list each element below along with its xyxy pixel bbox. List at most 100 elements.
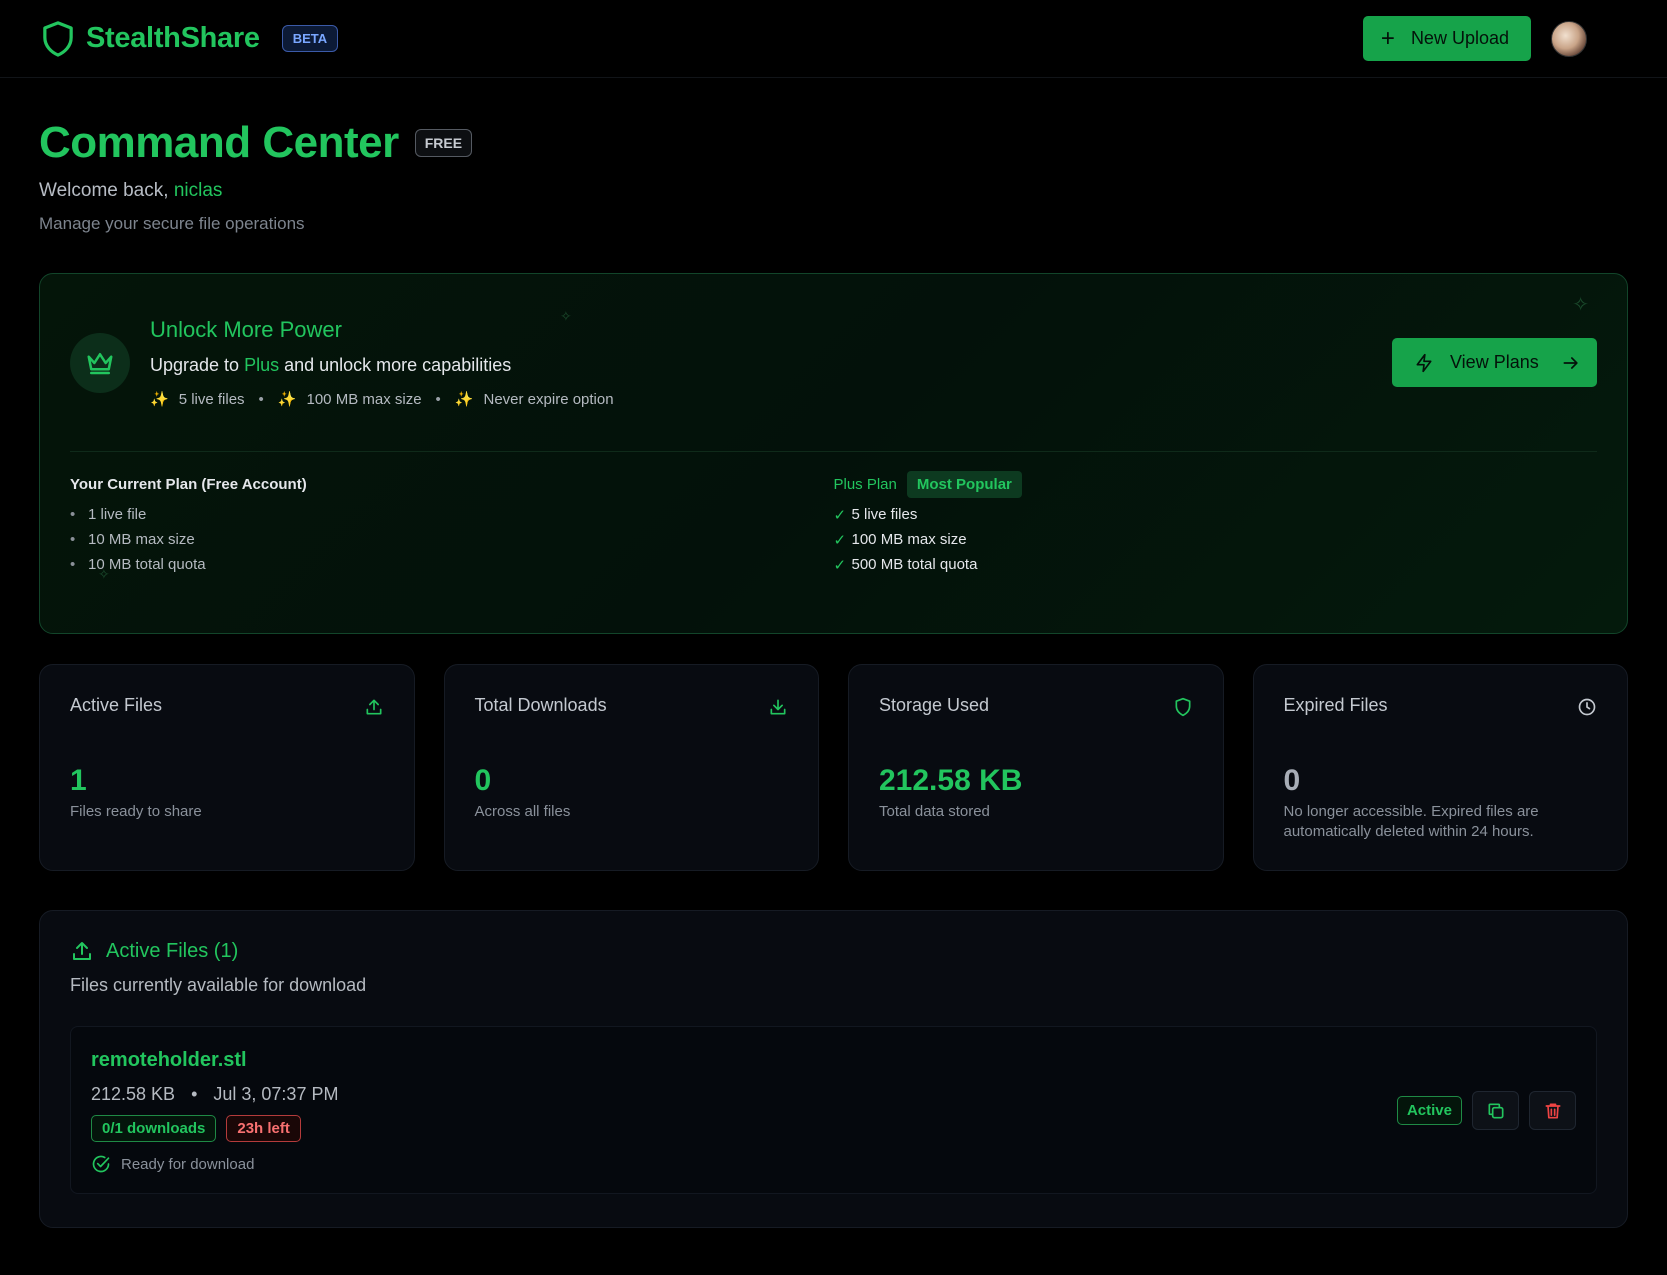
arrow-right-icon <box>1563 356 1578 369</box>
list-item: ✓ 5 live files <box>834 502 1598 527</box>
upload-icon <box>366 699 381 715</box>
downloads-badge: 0/1 downloads <box>91 1115 217 1142</box>
copy-link-button[interactable] <box>1472 1091 1519 1130</box>
username: niclas <box>173 180 223 201</box>
stat-value: 1 <box>70 764 87 797</box>
stat-desc: Across all files <box>474 803 571 820</box>
file-size: 212.58 KB <box>91 1084 176 1104</box>
check-circle-icon <box>92 1155 110 1173</box>
list-item: ✓ 500 MB total quota <box>834 552 1598 577</box>
upload-icon <box>73 942 91 960</box>
list-item: • 10 MB max size <box>70 531 195 548</box>
active-files-subtitle: Files currently available for download <box>70 975 367 995</box>
upgrade-banner: ✧ ✧ ✧ Unlock More Power Upgrade to Plus … <box>39 273 1628 634</box>
stat-card-storage-used: Storage Used 212.58 KB Total data stored <box>848 664 1224 871</box>
download-icon <box>770 699 786 715</box>
plus-icon: + <box>1380 24 1395 52</box>
upgrade-line: Upgrade to Plus and unlock more capabili… <box>150 355 614 376</box>
avatar[interactable] <box>1551 20 1587 57</box>
delete-file-button[interactable] <box>1529 1091 1576 1130</box>
stat-desc: Files ready to share <box>70 803 202 820</box>
shield-icon <box>1175 697 1190 717</box>
stat-card-total-downloads: Total Downloads 0 Across all files <box>443 664 819 871</box>
sparkles-icon: ✨ <box>454 391 474 408</box>
file-name[interactable]: remoteholder.stl <box>91 1049 338 1072</box>
shield-logo-icon <box>40 20 76 58</box>
new-upload-label: New Upload <box>1410 28 1509 48</box>
plan-feature: 1 live file <box>88 506 147 523</box>
perk-list: ✨ 5 live files • ✨ 100 MB max size • ✨ N… <box>150 390 614 409</box>
welcome-message: Welcome back, niclas <box>39 180 1628 202</box>
lightning-icon <box>1416 353 1432 372</box>
list-item: ✓ 100 MB max size <box>834 527 1598 552</box>
sparkle-decoration-icon: ✧ <box>560 308 572 324</box>
stat-card-expired-files: Expired Files 0 No longer accessible. Ex… <box>1252 664 1628 871</box>
sparkle-decoration-icon: ✧ <box>98 566 110 582</box>
upgrade-plan-name: Plus <box>244 355 280 375</box>
active-files-panel: Active Files (1) Files currently availab… <box>39 910 1628 1228</box>
view-plans-button[interactable]: View Plans <box>1392 338 1597 387</box>
file-meta: 212.58 KB • Jul 3, 07:37 PM <box>91 1084 338 1105</box>
stat-desc: Total data stored <box>879 803 990 820</box>
plus-plan-title: Plus Plan <box>833 475 897 493</box>
current-plan-title: Your Current Plan (Free Account) <box>70 475 307 493</box>
plus-plan: Plus Plan Most Popular ✓ 5 live files ✓ 10… <box>834 470 1598 577</box>
trash-icon <box>1545 1103 1560 1118</box>
sparkles-icon: ✨ <box>150 391 169 408</box>
check-icon: ✓ <box>833 531 847 549</box>
upgrade-title: Unlock More Power <box>150 317 342 342</box>
status-badge: Active <box>1396 1096 1462 1125</box>
separator-dot: • <box>191 1084 198 1104</box>
stat-label: Total Downloads <box>474 695 607 715</box>
file-date: Jul 3, 07:37 PM <box>213 1084 339 1104</box>
stat-value: 0 <box>474 764 492 797</box>
beta-badge: BETA <box>281 25 339 52</box>
list-item: remoteholder.stl 212.58 KB • Jul 3, 07:3… <box>70 1026 1597 1194</box>
perk-item: Never expire option <box>483 390 614 408</box>
upgrade-line-prefix: Upgrade to <box>150 355 240 375</box>
brand-name: StealthShare <box>86 22 260 54</box>
stats-row: Active Files 1 Files ready to share Tota… <box>39 664 1628 871</box>
stat-card-active-files: Active Files 1 Files ready to share <box>39 664 415 871</box>
plan-badge: FREE <box>414 129 473 157</box>
stat-value: 0 <box>1283 764 1301 797</box>
stat-value: 212.58 KB <box>879 764 1023 797</box>
list-item: • 1 live file <box>70 506 147 523</box>
plan-feature: 100 MB max size <box>851 531 967 548</box>
upgrade-line-suffix: and unlock more capabilities <box>284 355 512 375</box>
separator-dot: • <box>258 390 264 408</box>
clock-icon <box>1578 698 1596 716</box>
page-subtitle: Manage your secure file operations <box>39 214 305 233</box>
sparkles-icon: ✨ <box>277 391 297 408</box>
file-status-text: Ready for download <box>121 1155 255 1173</box>
new-upload-button[interactable]: + New Upload <box>1362 16 1531 61</box>
stat-desc: No longer accessible. Expired files are … <box>1283 803 1539 840</box>
view-plans-label: View Plans <box>1450 352 1539 372</box>
top-header: StealthShare BETA + New Upload <box>0 0 1667 78</box>
sparkle-decoration-icon: ✧ <box>1572 294 1589 316</box>
most-popular-badge: Most Popular <box>906 470 1022 498</box>
check-icon: ✓ <box>833 556 847 574</box>
stat-label: Expired Files <box>1283 695 1388 715</box>
crown-icon <box>70 332 130 393</box>
separator-dot: • <box>435 390 441 408</box>
check-icon: ✓ <box>833 506 847 524</box>
time-left-badge: 23h left <box>226 1115 301 1142</box>
file-actions: Active <box>1396 1091 1576 1130</box>
stat-label: Active Files <box>70 695 163 715</box>
page-title: Command Center <box>39 118 399 167</box>
main-content: Command Center FREE Welcome back, niclas… <box>0 118 1667 1228</box>
stat-label: Storage Used <box>879 695 990 715</box>
brand[interactable]: StealthShare BETA <box>40 20 339 58</box>
plan-feature: 500 MB total quota <box>851 556 978 573</box>
current-plan: Your Current Plan (Free Account) • 1 live… <box>70 470 834 577</box>
active-files-title: Active Files (1) <box>106 939 239 962</box>
list-item: • 10 MB total quota <box>70 556 206 573</box>
file-status: Ready for download <box>91 1154 338 1174</box>
perk-item: 5 live files <box>178 390 245 408</box>
plan-feature: 5 live files <box>851 506 918 523</box>
plan-feature: 10 MB max size <box>88 531 195 548</box>
copy-icon <box>1488 1103 1503 1118</box>
welcome-prefix: Welcome back, <box>39 180 169 201</box>
perk-item: 100 MB max size <box>306 390 422 408</box>
